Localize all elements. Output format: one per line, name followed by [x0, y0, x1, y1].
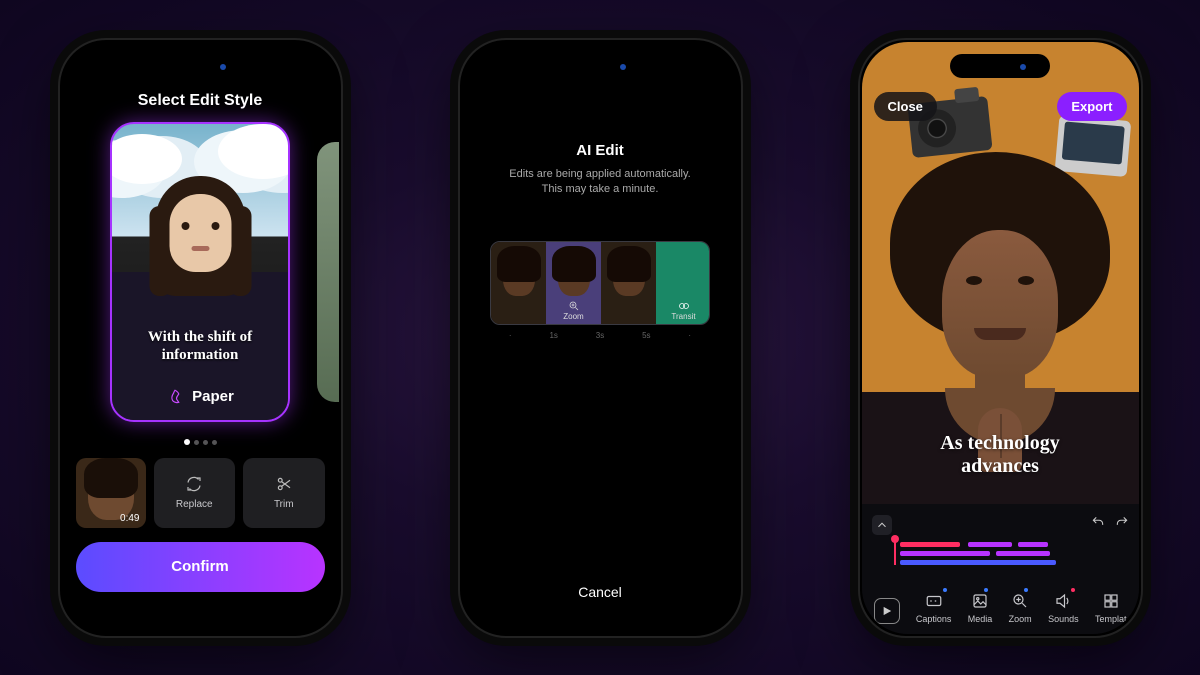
cancel-button[interactable]: Cancel	[462, 584, 739, 600]
track-clip[interactable]	[900, 560, 1056, 565]
dynamic-island	[150, 54, 250, 78]
trim-button[interactable]: Trim	[243, 458, 325, 528]
clip-duration: 0:49	[120, 513, 139, 524]
style-name: Paper	[192, 388, 234, 405]
phone-3-editor: Close Export As technology advances	[858, 38, 1143, 638]
dynamic-island	[950, 54, 1050, 78]
dynamic-island	[550, 54, 650, 78]
ai-edit-subtitle: Edits are being applied automatically. T…	[509, 167, 690, 198]
ai-edit-title: AI Edit	[576, 142, 624, 159]
toolbar-templates[interactable]: Templat	[1095, 592, 1127, 624]
track-clip[interactable]	[996, 551, 1050, 556]
style-card-paper[interactable]: With the shift of information Paper	[110, 122, 290, 422]
timeline-segment-zoom: Zoom	[546, 242, 601, 324]
transition-icon	[678, 300, 690, 312]
timeline-segment-transition: Transit	[656, 242, 710, 324]
zoom-icon	[568, 300, 580, 312]
scissors-icon	[275, 475, 293, 493]
timeline-segment	[491, 242, 546, 324]
carousel-dots	[62, 432, 339, 450]
media-icon	[971, 592, 989, 610]
track-clip[interactable]	[900, 542, 960, 547]
toolbar-sounds[interactable]: Sounds	[1048, 592, 1079, 624]
timeline-segment	[601, 242, 656, 324]
export-button[interactable]: Export	[1057, 92, 1126, 121]
phone-1-select-edit-style: Select Edit Style With the shift of info…	[58, 38, 343, 638]
play-icon	[882, 606, 892, 616]
toolbar-zoom[interactable]: Zoom	[1009, 592, 1032, 624]
trim-label: Trim	[274, 499, 294, 510]
redo-button[interactable]	[1115, 515, 1129, 534]
track-clip[interactable]	[900, 551, 990, 556]
replace-label: Replace	[176, 499, 213, 510]
toolbar-captions[interactable]: Captions	[916, 592, 952, 624]
preview-caption: With the shift of information	[112, 328, 288, 364]
redo-icon	[1115, 515, 1129, 529]
video-preview[interactable]: Close Export As technology advances	[862, 42, 1139, 504]
person-face	[148, 176, 253, 326]
sounds-icon	[1054, 592, 1072, 610]
track-clip[interactable]	[1018, 542, 1048, 547]
collapse-button[interactable]	[872, 515, 892, 535]
preview-caption: As technology advances	[862, 432, 1139, 478]
style-name-row: Paper	[112, 388, 288, 406]
timeline[interactable]	[896, 542, 1129, 564]
replace-icon	[185, 475, 203, 493]
captions-icon	[925, 592, 943, 610]
chevron-up-icon	[875, 518, 889, 532]
confirm-button[interactable]: Confirm	[76, 542, 325, 592]
clip-thumbnail[interactable]: 0:49	[76, 458, 146, 528]
playhead[interactable]	[894, 539, 896, 565]
next-style-peek[interactable]	[317, 142, 339, 402]
undo-button[interactable]	[1091, 515, 1105, 534]
close-button[interactable]: Close	[874, 92, 937, 121]
toolbar-media[interactable]: Media	[968, 592, 993, 624]
processing-timeline: Zoom Transit	[490, 241, 710, 325]
style-carousel[interactable]: With the shift of information Paper	[62, 122, 339, 422]
undo-icon	[1091, 515, 1105, 529]
phone-2-ai-edit-progress: AI Edit Edits are being applied automati…	[458, 38, 743, 638]
play-button[interactable]	[874, 598, 900, 624]
editor-bottom-panel: Captions Media Zoom Sounds	[862, 504, 1139, 634]
paper-icon	[166, 388, 184, 406]
replace-button[interactable]: Replace	[154, 458, 236, 528]
confirm-label: Confirm	[171, 558, 229, 575]
time-ticks: · 1s 3s 5s ·	[490, 331, 710, 340]
zoom-icon	[1011, 592, 1029, 610]
templates-icon	[1102, 592, 1120, 610]
screen-title: Select Edit Style	[62, 92, 339, 110]
track-clip[interactable]	[968, 542, 1012, 547]
